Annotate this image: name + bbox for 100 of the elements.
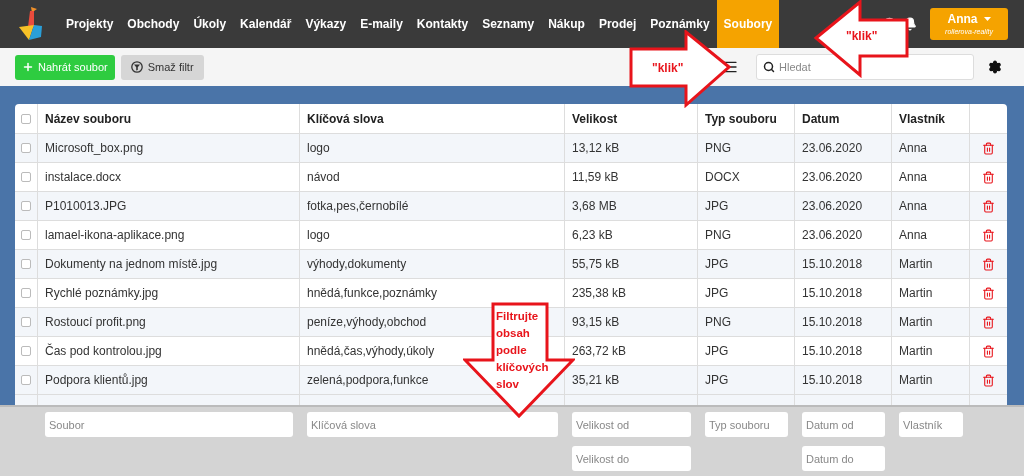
- checkbox[interactable]: [21, 317, 31, 327]
- table-cell-text: 6,23 kB: [572, 227, 613, 244]
- table-cell-text: DOCX: [705, 169, 740, 186]
- table-cell-text: logo: [307, 140, 330, 157]
- table-cell: Čas pod kontrolou.jpg: [45, 342, 162, 360]
- table-cell-text: PNG: [705, 227, 731, 244]
- column-header: Datum: [802, 110, 840, 128]
- table-cell-text: Dokumenty na jednom místě.jpg: [45, 256, 218, 273]
- table-cell-text: 15.10.2018: [802, 372, 863, 389]
- table-cell-text: lamael-ikona-aplikace.png: [45, 227, 185, 244]
- checkbox[interactable]: [21, 288, 31, 298]
- plus-icon: [22, 61, 34, 73]
- table-cell-text: Martin: [899, 343, 933, 360]
- clear-filter-button[interactable]: Smaž filtr: [120, 54, 204, 80]
- filter-field[interactable]: Velikost do: [572, 446, 691, 471]
- checkbox[interactable]: [21, 375, 31, 385]
- nav-tab[interactable]: Poznámky: [643, 0, 717, 48]
- search-icon: [763, 61, 775, 73]
- trash-icon[interactable]: [982, 315, 995, 329]
- table-cell-text: Anna: [899, 227, 928, 244]
- column-header: Velikost: [572, 110, 618, 128]
- table-cell-text: hnědá,čas,výhody,úkoly: [307, 343, 435, 360]
- checkbox[interactable]: [21, 346, 31, 356]
- checkbox[interactable]: [21, 172, 31, 182]
- checkbox[interactable]: [21, 259, 31, 269]
- nav-tab[interactable]: Úkoly: [186, 0, 234, 48]
- column-header: Typ souboru: [705, 110, 777, 128]
- table-cell-text: JPG: [705, 256, 729, 273]
- table-cell-text: Rychlé poznámky.jpg: [45, 285, 159, 302]
- table-cell-text: peníze,výhody,obchod: [307, 314, 427, 331]
- table-cell-text: 15.10.2018: [802, 343, 863, 360]
- table-cell-text: PNG: [705, 140, 731, 157]
- checkbox[interactable]: [21, 143, 31, 153]
- table-cell-text: 23.06.2020: [802, 227, 863, 244]
- checkbox[interactable]: [21, 230, 31, 240]
- nav-tab[interactable]: Projekty: [59, 0, 121, 48]
- nav-tab[interactable]: Seznamy: [475, 0, 542, 48]
- filter-field[interactable]: Datum od: [802, 412, 885, 437]
- trash-icon[interactable]: [982, 199, 995, 213]
- filter-field[interactable]: Datum do: [802, 446, 885, 471]
- table-cell-text: 235,38 kB: [572, 285, 627, 302]
- nav-tab[interactable]: Výkazy: [298, 0, 354, 48]
- table-cell-text: 55,75 kB: [572, 256, 620, 273]
- table-cell-text: JPG: [705, 285, 729, 302]
- callout-text: Filtrujte obsah podle klíčových slov: [496, 309, 550, 392]
- table-cell-text: 23.06.2020: [802, 140, 863, 157]
- table-cell-text: PNG: [705, 314, 731, 331]
- table-cell-text: Rostoucí profit.png: [45, 314, 146, 331]
- table-cell-text: 35,21 kB: [572, 372, 620, 389]
- callout-text: "klik": [846, 28, 878, 45]
- table-cell-text: 13,12 kB: [572, 140, 620, 157]
- nav-tab[interactable]: Kontakty: [409, 0, 476, 48]
- trash-icon[interactable]: [982, 141, 995, 155]
- trash-icon[interactable]: [982, 228, 995, 242]
- table-cell-text: fotka,pes,černobílé: [307, 198, 409, 215]
- logo-icon: [17, 7, 43, 40]
- table-cell-text: výhody,dokumenty: [307, 256, 407, 273]
- table-cell-text: Martin: [899, 372, 933, 389]
- table-cell-text: logo: [307, 227, 330, 244]
- table-cell-text: hnědá,funkce,poznámky: [307, 285, 438, 302]
- table-cell-text: 11,59 kB: [572, 169, 619, 186]
- table-cell-text: Podpora klientů.jpg: [45, 372, 148, 389]
- settings-icon[interactable]: [988, 60, 1002, 74]
- table-cell-text: zelená,podpora,funkce: [307, 372, 429, 389]
- table-cell-text: JPG: [705, 343, 729, 360]
- table-cell-text: 3,68 MB: [572, 198, 617, 215]
- checkbox[interactable]: [21, 201, 31, 211]
- table-cell-text: 15.10.2018: [802, 256, 863, 273]
- filter-field[interactable]: Soubor: [45, 412, 293, 437]
- trash-icon[interactable]: [982, 170, 995, 184]
- nav-tab[interactable]: Nákup: [541, 0, 592, 48]
- trash-icon[interactable]: [982, 344, 995, 358]
- trash-icon[interactable]: [982, 286, 995, 300]
- trash-icon[interactable]: [982, 373, 995, 387]
- filter-field[interactable]: Velikost od: [572, 412, 691, 437]
- table-cell-text: Microsoft_box.png: [45, 140, 144, 157]
- filter-field[interactable]: Vlastník: [899, 412, 963, 437]
- trash-icon[interactable]: [982, 257, 995, 271]
- column-header: Klíčová slova: [307, 110, 384, 128]
- filter-field[interactable]: Klíčová slova: [307, 412, 558, 437]
- table-cell-text: Anna: [899, 169, 928, 186]
- column-header: Vlastník: [899, 110, 946, 128]
- table-cell-text: 23.06.2020: [802, 198, 863, 215]
- callout-text: "klik": [652, 60, 684, 77]
- table-cell-text: 263,72 kB: [572, 343, 627, 360]
- table-cell-text: 15.10.2018: [802, 314, 863, 331]
- table-cell-text: návod: [307, 169, 340, 186]
- nav-tab[interactable]: Kalendář: [233, 0, 299, 48]
- table-cell-text: JPG: [705, 198, 729, 215]
- column-header: Název souboru: [45, 110, 131, 128]
- filter-field[interactable]: Typ souboru: [705, 412, 788, 437]
- checkbox[interactable]: [21, 113, 31, 124]
- caret-icon: [983, 17, 991, 21]
- nav-tab[interactable]: E-maily: [353, 0, 410, 48]
- nav-tab[interactable]: Prodej: [591, 0, 644, 48]
- funnel-icon: [130, 61, 143, 73]
- table-cell-text: Martin: [899, 285, 933, 302]
- nav-tab[interactable]: Obchody: [120, 0, 187, 48]
- table-cell-text: P1010013.JPG: [45, 198, 127, 215]
- table-cell-text: Anna: [899, 140, 928, 157]
